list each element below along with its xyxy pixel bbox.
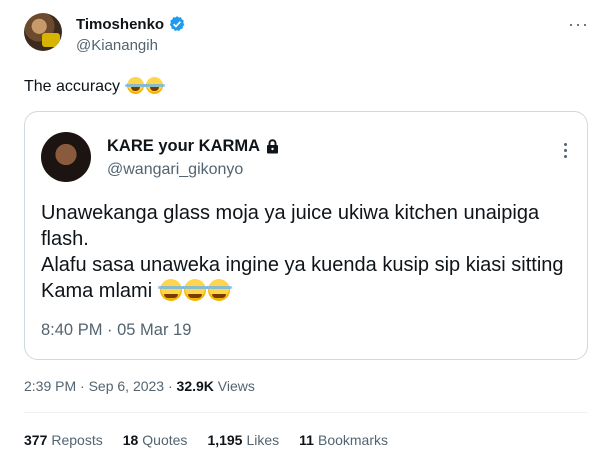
quoted-tweet-text-block: Unawekanga glass moja ya juice ukiwa kit…	[41, 200, 571, 304]
author-avatar[interactable]	[24, 13, 62, 51]
quoted-author-handle[interactable]: @wangari_gikonyo	[107, 161, 243, 179]
tweet-timestamp[interactable]: 2:39 PM · Sep 6, 2023 ·	[24, 378, 173, 394]
bookmarks-count: 11	[299, 432, 314, 448]
quotes-label: Quotes	[142, 432, 188, 448]
quoted-timestamp[interactable]: 8:40 PM · 05 Mar 19	[41, 321, 191, 340]
reposts-stat[interactable]: 377 Reposts	[24, 432, 103, 448]
views-count: 32.9K	[176, 378, 214, 394]
tears-of-joy-emoji-icon	[157, 279, 184, 301]
quoted-tweet-text: Unawekanga glass moja ya juice ukiwa kit…	[41, 202, 564, 302]
verified-badge-icon	[169, 16, 185, 31]
tweet-meta: 2:39 PM · Sep 6, 2023 · 32.9K Views	[24, 378, 255, 394]
bookmarks-stat[interactable]: 11 Bookmarks	[299, 432, 388, 448]
tears-of-joy-emoji-icon	[205, 279, 232, 301]
quoted-tweet-card[interactable]: KARE your KARMA @wangari_gikonyo Unaweka…	[24, 111, 588, 360]
divider	[24, 412, 588, 413]
likes-label: Likes	[246, 432, 280, 448]
quoted-more-options-icon[interactable]	[564, 143, 568, 159]
likes-stat[interactable]: 1,195 Likes	[207, 432, 279, 448]
lock-icon	[267, 139, 279, 154]
quoted-author-avatar[interactable]	[41, 132, 91, 182]
quoted-author-name[interactable]: KARE your KARMA	[107, 137, 260, 156]
likes-count: 1,195	[207, 432, 243, 448]
engagement-stats: 377 Reposts 18 Quotes 1,195 Likes 11 Bookmar…	[24, 432, 388, 448]
author-handle[interactable]: @Kianangih	[76, 37, 158, 54]
quotes-stat[interactable]: 18 Quotes	[123, 432, 188, 448]
tears-of-joy-emoji-icon	[143, 77, 165, 94]
tears-of-joy-emoji-icon	[124, 77, 146, 94]
reposts-label: Reposts	[51, 432, 103, 448]
author-name[interactable]: Timoshenko	[76, 16, 164, 33]
more-options-button[interactable]: ···	[568, 14, 589, 35]
views-label: Views	[217, 378, 255, 394]
quotes-count: 18	[122, 432, 139, 448]
reposts-count: 377	[24, 432, 48, 448]
bookmarks-label: Bookmarks	[317, 432, 389, 448]
tweet-text-row: The accuracy	[24, 77, 165, 96]
tweet-text: The accuracy	[24, 78, 121, 95]
quoted-author-name-row[interactable]: KARE your KARMA	[107, 137, 279, 156]
tears-of-joy-emoji-icon	[181, 279, 208, 301]
author-name-row[interactable]: Timoshenko	[76, 15, 186, 33]
